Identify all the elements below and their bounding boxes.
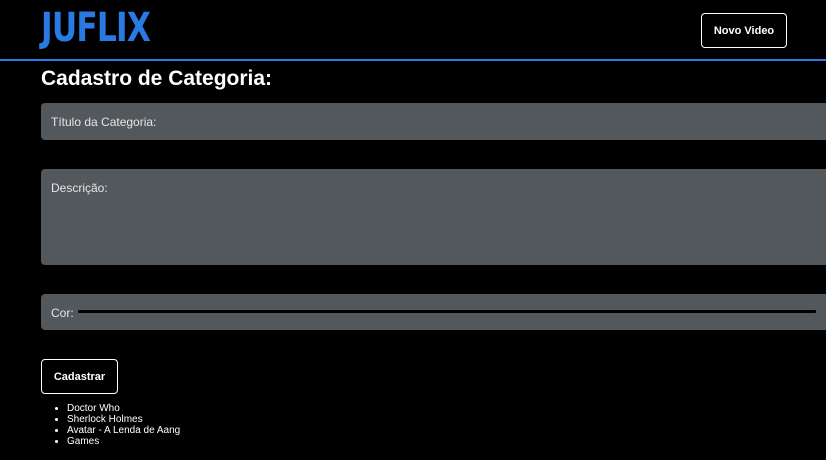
top-header: JUFLIX Novo Video [0, 0, 826, 61]
logo[interactable]: JUFLIX [41, 3, 151, 53]
page-title: Cadastro de Categoria: [41, 67, 273, 90]
category-list: Doctor Who Sherlock Holmes Avatar - A Le… [52, 403, 180, 447]
description-field[interactable]: Descrição: [41, 169, 826, 265]
category-title-field[interactable]: Título da Categoria: [41, 103, 826, 140]
color-picker-input[interactable] [78, 310, 816, 313]
new-video-button[interactable]: Novo Video [701, 13, 787, 48]
list-item: Avatar - A Lenda de Aang [67, 425, 180, 436]
list-item: Doctor Who [67, 403, 180, 414]
color-label: Cor: [51, 306, 74, 320]
list-item: Games [67, 436, 180, 447]
color-field: Cor: [41, 294, 826, 330]
category-title-label: Título da Categoria: [51, 115, 157, 129]
submit-button[interactable]: Cadastrar [41, 359, 118, 394]
description-label: Descrição: [51, 181, 108, 195]
list-item: Sherlock Holmes [67, 414, 180, 425]
